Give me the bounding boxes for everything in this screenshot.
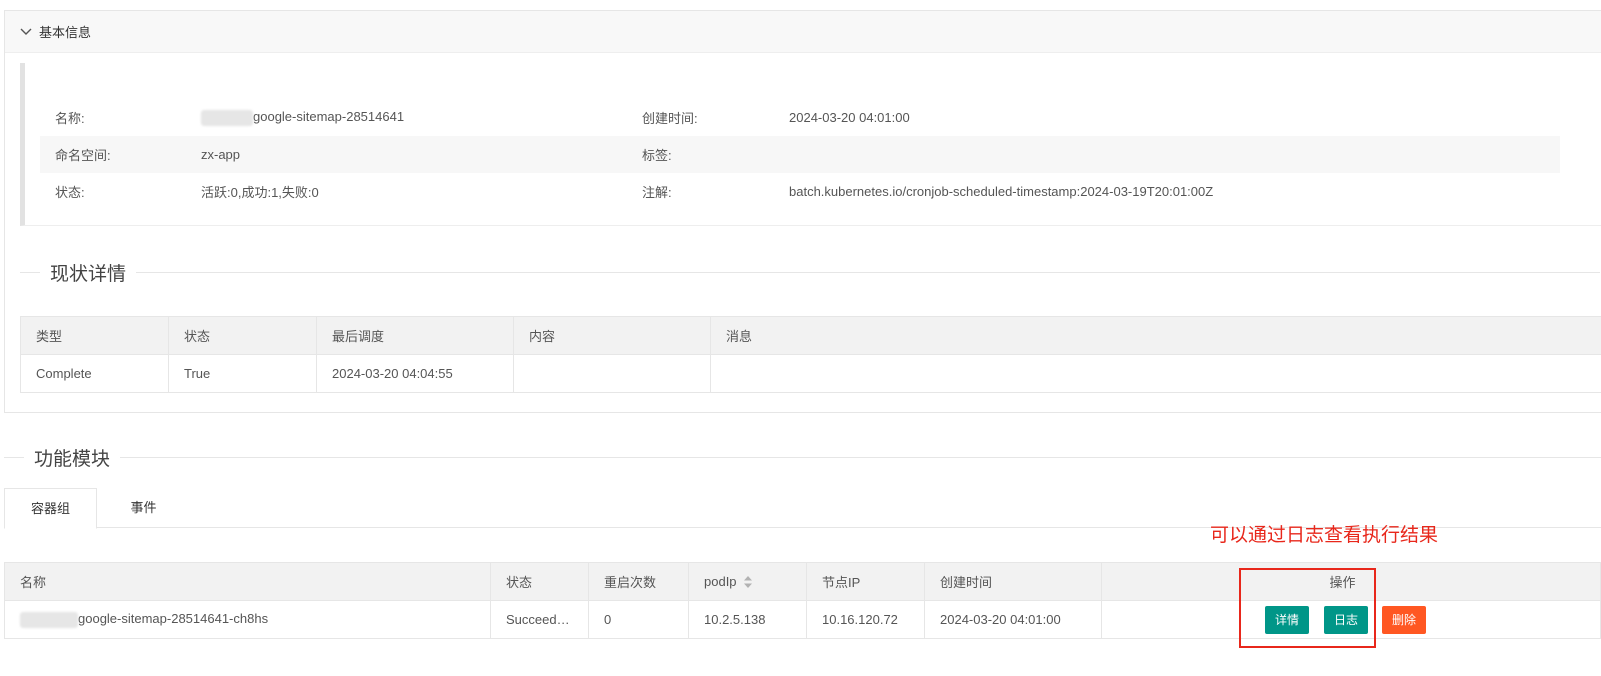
modules-title: 功能模块 bbox=[34, 449, 111, 470]
info-value-name: google-sitemap-28514641 bbox=[201, 109, 404, 126]
info-value: 2024-03-20 04:01:00 bbox=[789, 110, 910, 125]
basic-info-panel: 名称: google-sitemap-28514641 创建时间: 2024-0… bbox=[20, 63, 1601, 226]
column-header: 重启次数 bbox=[588, 562, 689, 601]
table-cell: 2024-03-20 04:04:55 bbox=[316, 354, 514, 393]
column-header: 状态 bbox=[490, 562, 589, 601]
basic-info-header[interactable]: 基本信息 bbox=[5, 11, 1601, 53]
info-row-name: 名称: google-sitemap-28514641 创建时间: 2024-0… bbox=[40, 99, 1560, 136]
info-label: 命名空间: bbox=[55, 148, 111, 163]
table-cell: Succeed… bbox=[490, 600, 589, 639]
sort-icon[interactable] bbox=[743, 575, 753, 589]
column-header: 最后调度 bbox=[316, 316, 514, 355]
info-value: zx-app bbox=[201, 147, 241, 162]
info-label: 注解: bbox=[642, 185, 672, 200]
annotation-text: 可以通过日志查看执行结果 bbox=[1210, 525, 1439, 546]
column-header: 消息 bbox=[710, 316, 1601, 355]
table-cell bbox=[710, 354, 1601, 393]
info-label: 标签: bbox=[642, 148, 672, 163]
column-header: 名称 bbox=[4, 562, 491, 601]
status-section-title: 现状详情 bbox=[50, 264, 127, 285]
modules-legend: 功能模块 bbox=[4, 444, 1601, 471]
info-row-status: 状态: 活跃:0,成功:1,失败:0 注解: batch.kubernetes.… bbox=[40, 173, 1560, 210]
pod-name-cell: google-sitemap-28514641-ch8hs bbox=[4, 600, 491, 639]
column-header: 内容 bbox=[513, 316, 711, 355]
info-value: 活跃:0,成功:1,失败:0 bbox=[201, 185, 319, 200]
divider bbox=[4, 457, 24, 458]
status-table: 类型 状态 最后调度 内容 消息 Complete True 2024-03-2… bbox=[20, 316, 1601, 393]
redacted-prefix bbox=[201, 109, 253, 126]
info-label: 状态: bbox=[55, 185, 85, 200]
table-header-row: 类型 状态 最后调度 内容 消息 bbox=[20, 316, 1601, 355]
table-cell: 10.2.5.138 bbox=[688, 600, 807, 639]
tab-pods[interactable]: 容器组 bbox=[4, 488, 97, 529]
table-cell bbox=[513, 354, 711, 393]
chevron-down-icon[interactable] bbox=[19, 25, 33, 39]
info-label: 名称: bbox=[55, 111, 85, 126]
table-cell: True bbox=[168, 354, 317, 393]
table-cell: 10.16.120.72 bbox=[806, 600, 925, 639]
divider bbox=[120, 457, 1601, 458]
table-cell: Complete bbox=[20, 354, 169, 393]
column-header: 类型 bbox=[20, 316, 169, 355]
column-header: 状态 bbox=[168, 316, 317, 355]
table-row: Complete True 2024-03-20 04:04:55 bbox=[20, 354, 1601, 393]
basic-info-card: 基本信息 名称: google-sitemap-28514641 创建时间: 2… bbox=[4, 10, 1601, 413]
tab-events[interactable]: 事件 bbox=[97, 488, 190, 528]
info-row-namespace: 命名空间: zx-app 标签: bbox=[40, 136, 1560, 173]
column-header: 节点IP bbox=[806, 562, 925, 601]
basic-info-title: 基本信息 bbox=[39, 25, 92, 40]
divider bbox=[136, 272, 1600, 273]
redacted-prefix bbox=[20, 611, 78, 628]
column-header: 创建时间 bbox=[924, 562, 1102, 601]
table-cell: 0 bbox=[588, 600, 689, 639]
column-header-podip[interactable]: podIp bbox=[688, 562, 807, 601]
column-header-label: podIp bbox=[704, 573, 737, 589]
status-section-legend: 现状详情 bbox=[20, 259, 1600, 286]
highlight-box bbox=[1239, 568, 1376, 648]
info-label: 创建时间: bbox=[642, 111, 698, 126]
table-cell: 2024-03-20 04:01:00 bbox=[924, 600, 1102, 639]
delete-button[interactable]: 删除 bbox=[1382, 606, 1427, 634]
divider bbox=[20, 272, 40, 273]
info-value: batch.kubernetes.io/cronjob-scheduled-ti… bbox=[789, 184, 1214, 199]
